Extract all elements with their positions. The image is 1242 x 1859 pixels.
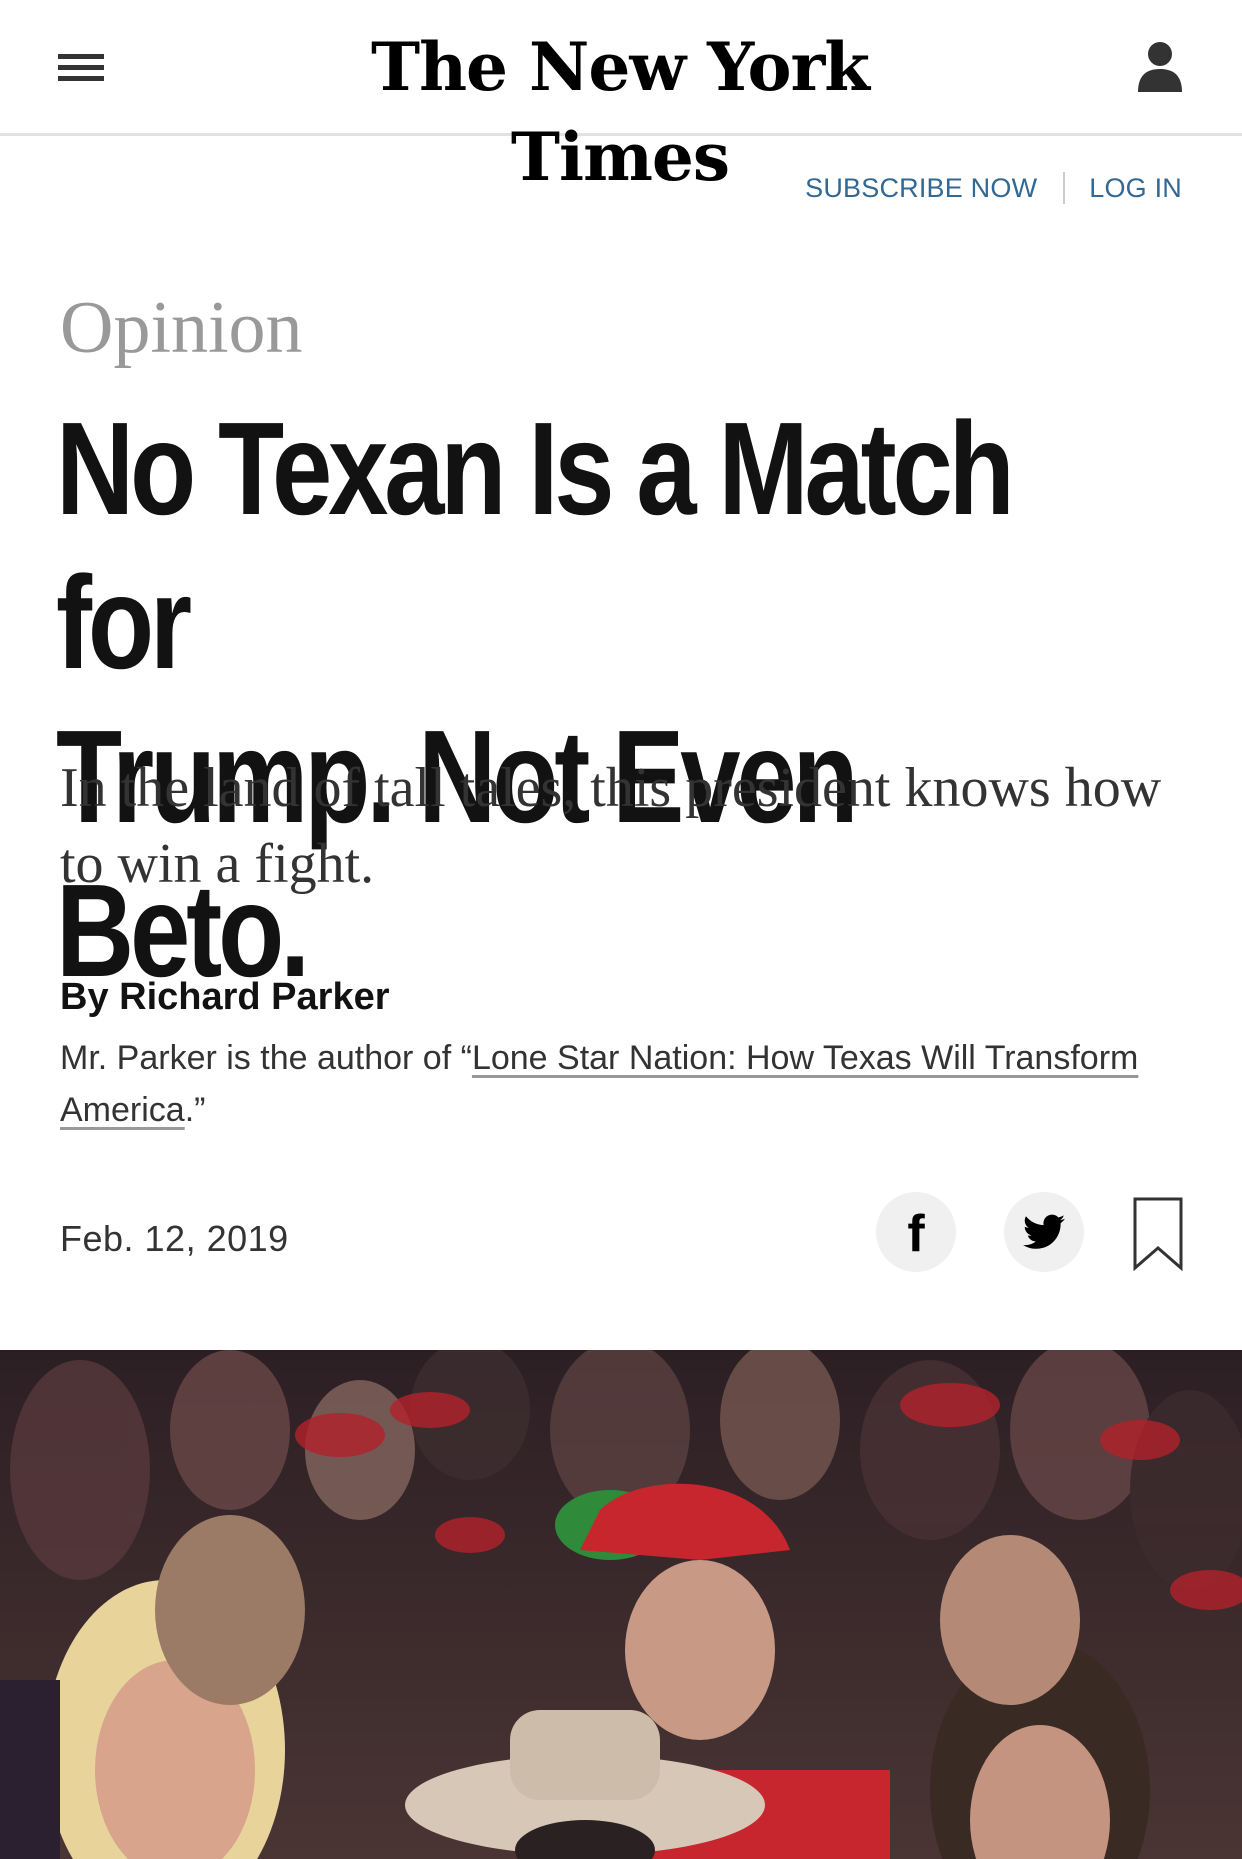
account-links: SUBSCRIBE NOW LOG IN [805,170,1182,206]
headline-line-1: No Texan Is a Match for [56,395,1015,696]
publish-date: Feb. 12, 2019 [60,1218,289,1259]
twitter-share-button[interactable] [1004,1192,1084,1272]
user-account-icon[interactable] [1136,40,1184,92]
article-summary: In the land of tall tales, this presiden… [60,757,1162,895]
nyt-logo[interactable]: The New York Times [300,22,940,196]
twitter-icon [1023,1214,1065,1249]
facebook-share-button[interactable]: f [876,1192,956,1272]
section-kicker[interactable]: Opinion [60,286,303,371]
author-bio: Mr. Parker is the author of “Lone Star N… [60,1032,1160,1136]
facebook-icon: f [907,1205,925,1263]
byline: By Richard Parker [60,976,390,1018]
headline: No Texan Is a Match for Trump. Not Even … [56,392,1122,1008]
subscribe-now-link[interactable]: SUBSCRIBE NOW [805,173,1037,204]
bookmark-icon[interactable] [1132,1196,1184,1272]
masthead: The New York Times [0,0,1242,196]
bio-prefix: Mr. Parker is the author of “ [60,1039,472,1077]
hamburger-menu-icon[interactable] [58,50,104,84]
hero-photo [0,1350,1242,1859]
bio-suffix: .” [184,1091,206,1129]
log-in-link[interactable]: LOG IN [1089,173,1182,204]
rally-crowd-image [0,1350,1242,1859]
divider [1063,172,1066,204]
